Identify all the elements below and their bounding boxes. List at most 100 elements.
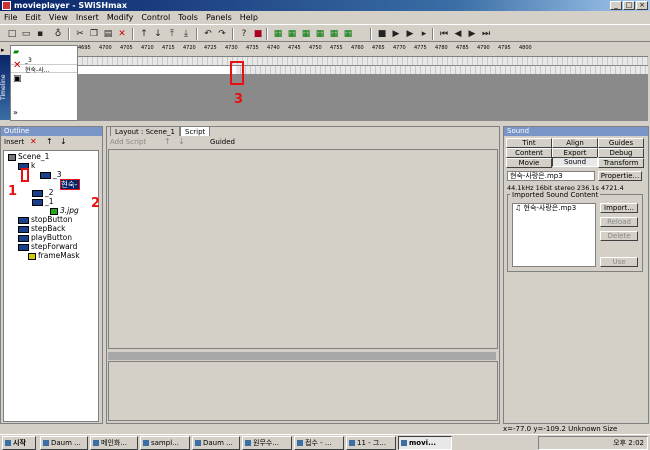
taskbar-item[interactable]: sampl... [140,436,190,450]
menu-control[interactable]: Control [137,11,174,24]
undo-icon[interactable]: ↶ [202,28,214,40]
tab-sound[interactable]: Sound [552,157,598,167]
export-icon[interactable]: ▦ [300,28,312,40]
book-icon[interactable]: ■ [252,28,264,40]
send-backward-icon[interactable]: ↓ [152,28,164,40]
button-icon[interactable]: ▦ [342,28,354,40]
tree-item[interactable]: 3.jpg [50,206,79,215]
tree-item[interactable]: Scene_1 [8,152,49,161]
find-icon[interactable]: ♁ [52,28,64,40]
import-button[interactable]: Import... [600,203,638,213]
frame-row[interactable] [236,66,648,74]
layer-icon[interactable]: ▣ [13,74,22,84]
taskbar-item[interactable]: Daum ... [40,436,88,450]
tree-item[interactable]: _2 [32,188,54,197]
menu-file[interactable]: File [0,11,21,24]
tab-content[interactable]: Content [506,148,552,158]
reload-button[interactable]: Reload [600,217,638,227]
script-editor[interactable] [108,149,498,349]
play-effect-icon[interactable]: ▸ [418,28,430,40]
properties-button[interactable]: Propertie... [598,171,642,181]
save-icon[interactable]: ▪ [34,28,46,40]
taskbar-item[interactable]: 11 - 그... [346,436,396,450]
last-frame-icon[interactable]: ⏭ [480,28,492,40]
minimize-button[interactable]: _ [610,1,622,10]
paste-icon[interactable]: ▤ [102,28,114,40]
menu-modify[interactable]: Modify [103,11,138,24]
sound-list[interactable]: ♫ 현숙-사랑은.mp3 [512,203,596,267]
menu-help[interactable]: Help [236,11,262,24]
delete-icon[interactable]: ✕ [30,137,37,146]
help-icon[interactable]: ? [238,28,250,40]
tab-debug[interactable]: Debug [598,148,644,158]
menu-tools[interactable]: Tools [174,11,202,24]
taskbar-item[interactable]: 원무수... [242,436,292,450]
movie-icon[interactable]: ▦ [272,28,284,40]
frame-row[interactable] [78,66,236,74]
scene-icon[interactable]: ▦ [286,28,298,40]
redo-icon[interactable]: ↷ [216,28,228,40]
tree-item[interactable]: _1 [32,197,54,206]
timeline-frames[interactable] [78,57,648,121]
add-script-dropdown[interactable]: Add Script [110,138,146,146]
cut-icon[interactable]: ✂ [74,28,86,40]
button-icon [18,216,29,224]
tab-transform[interactable]: Transform [598,158,644,168]
guided-dropdown[interactable]: Guided [210,138,235,146]
sound-file-field[interactable]: 현숙-사랑은.mp3 [507,171,595,181]
start-button[interactable]: 시작 [2,436,36,450]
horizontal-scrollbar[interactable] [108,352,496,360]
menu-panels[interactable]: Panels [202,11,236,24]
move-down-icon[interactable]: ↓ [60,137,67,146]
delete-layer-icon[interactable]: ✕ [13,60,21,71]
tab-align[interactable]: Align [552,138,598,148]
prev-frame-icon[interactable]: ◀ [452,28,464,40]
add-layer-icon[interactable]: ▰ [13,47,25,56]
tree-item[interactable]: stepForward [18,242,77,251]
move-down-icon[interactable]: ↓ [178,137,185,146]
move-up-icon[interactable]: ↑ [164,137,171,146]
taskbar-item[interactable]: 메인화... [90,436,138,450]
maximize-button[interactable]: □ [623,1,635,10]
menu-insert[interactable]: Insert [72,11,103,24]
tree-item-selected[interactable]: 현숙- [60,179,80,190]
menu-edit[interactable]: Edit [21,11,45,24]
scroll-right-icon[interactable]: » [13,108,18,117]
menu-view[interactable]: View [45,11,72,24]
bring-forward-icon[interactable]: ↑ [138,28,150,40]
timeline-toggle-icon[interactable]: ▸ [1,46,10,55]
taskbar-item[interactable]: Daum ... [192,436,240,450]
tab-guides[interactable]: Guides [598,138,644,148]
close-button[interactable]: × [636,1,648,10]
bring-front-icon[interactable]: ⤒ [166,28,178,40]
insert-dropdown[interactable]: Insert [4,138,24,146]
taskbar-item-active[interactable]: movi... [398,436,452,450]
sprite-icon[interactable]: ▦ [314,28,326,40]
tree-item[interactable]: frameMask [28,251,80,260]
send-back-icon[interactable]: ⤓ [180,28,192,40]
tree-item[interactable]: stopButton [18,215,72,224]
first-frame-icon[interactable]: ⏮ [438,28,450,40]
stop-icon[interactable]: ■ [376,28,388,40]
new-icon[interactable]: □ [6,28,18,40]
tree-item[interactable]: _3 [40,170,62,179]
taskbar-item[interactable]: 접수 - ... [294,436,344,450]
next-frame-icon[interactable]: ▶ [466,28,478,40]
group-icon[interactable]: ▦ [328,28,340,40]
delete-icon[interactable]: ✕ [116,28,128,40]
list-item[interactable]: ♫ 현숙-사랑은.mp3 [515,204,595,213]
delete-button[interactable]: Delete [600,231,638,241]
frame-row[interactable] [78,57,648,65]
tab-script[interactable]: Script [180,126,211,136]
move-up-icon[interactable]: ↑ [46,137,53,146]
copy-icon[interactable]: ❐ [88,28,100,40]
tab-layout[interactable]: Layout : Scene_1 [110,126,180,136]
tree-item[interactable]: stepBack [18,224,65,233]
tab-movie[interactable]: Movie [506,158,552,168]
use-button[interactable]: Use [600,257,638,267]
tab-tint[interactable]: Tint [506,138,552,148]
open-icon[interactable]: ▭ [20,28,32,40]
play-scene-icon[interactable]: ▶ [404,28,416,40]
tree-item[interactable]: playButton [18,233,72,242]
play-icon[interactable]: ▶ [390,28,402,40]
